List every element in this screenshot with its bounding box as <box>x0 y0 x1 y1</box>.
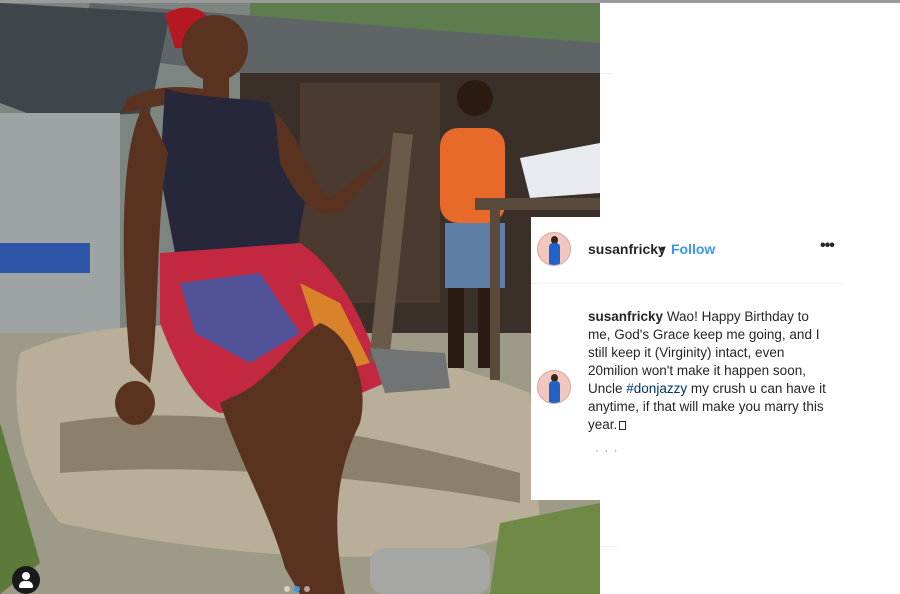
column-divider <box>600 546 618 547</box>
caption-username-link[interactable]: susanfricky <box>588 309 663 324</box>
carousel-dot-active <box>294 586 300 592</box>
emoji-placeholder-icon <box>619 421 627 430</box>
person-icon[interactable] <box>12 566 40 594</box>
loading-ellipsis: · · · <box>595 443 619 457</box>
hashtag-link[interactable]: #donjazzy <box>626 381 687 396</box>
avatar-figure-body <box>549 381 560 403</box>
avatar[interactable] <box>537 232 571 266</box>
more-horizontal-icon[interactable]: ••• <box>820 238 835 254</box>
carousel-dot <box>304 586 310 592</box>
username-link[interactable]: susanfricky <box>588 241 666 257</box>
person-icon-body <box>19 581 33 588</box>
person-icon-head <box>22 572 30 580</box>
separator-dot: • <box>660 240 665 256</box>
post-header: susanfricky • Follow ••• <box>531 217 842 284</box>
follow-button[interactable]: Follow <box>671 241 715 257</box>
carousel-dot <box>284 586 290 592</box>
caption-avatar[interactable] <box>537 370 571 404</box>
avatar-figure-body <box>549 243 560 265</box>
post-info-panel: susanfricky • Follow ••• susanfricky Wao… <box>531 217 842 500</box>
carousel-indicator <box>284 586 310 592</box>
post-photo[interactable] <box>0 3 600 594</box>
post-photo-illustration <box>0 3 600 594</box>
column-divider <box>600 73 612 74</box>
post-caption: susanfricky Wao! Happy Birthday to me, G… <box>588 308 833 434</box>
